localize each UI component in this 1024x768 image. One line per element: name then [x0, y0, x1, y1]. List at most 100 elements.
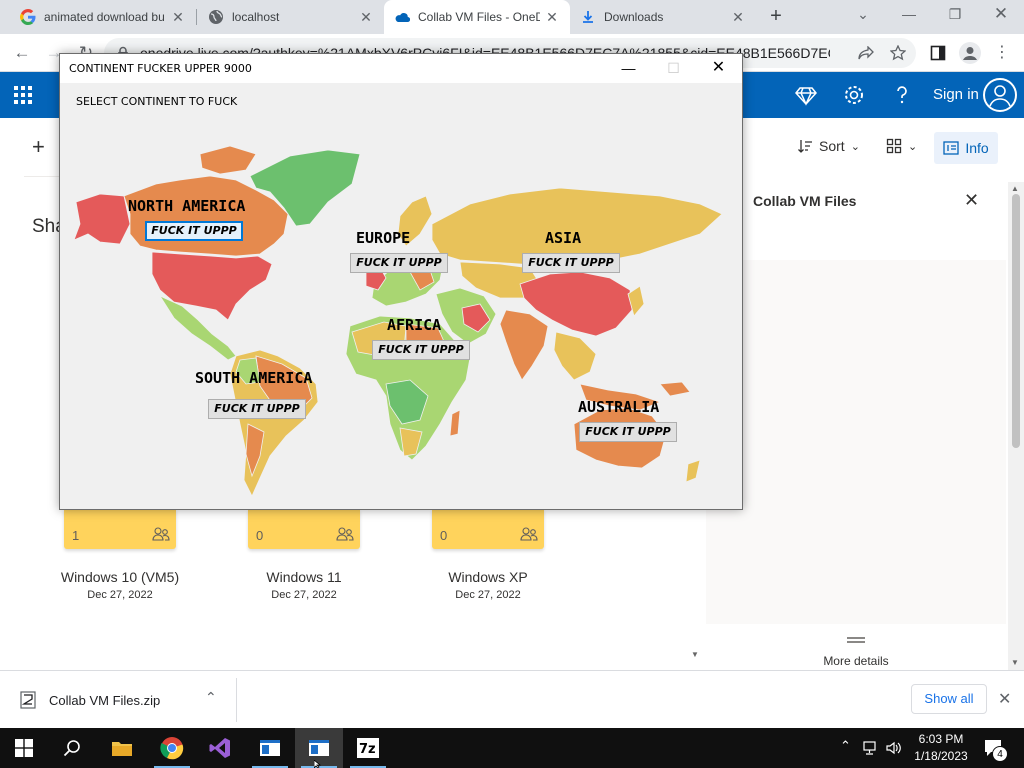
continent-label-south-america: SOUTH AMERICA — [195, 369, 313, 387]
mouse-cursor-icon — [314, 760, 322, 768]
close-window-button[interactable]: ✕ — [978, 0, 1024, 30]
help-icon[interactable] — [891, 84, 913, 106]
close-icon[interactable]: ✕ — [998, 689, 1011, 709]
scroll-up-icon[interactable]: ▲ — [1011, 184, 1019, 193]
folder-tile[interactable]: 0 — [248, 509, 360, 549]
visual-studio-button[interactable] — [196, 728, 244, 768]
fuck-it-up-africa-button[interactable]: FUCK IT UPPP — [372, 340, 470, 360]
drag-handle-icon[interactable] — [847, 637, 865, 643]
scroll-down-icon[interactable]: ▼ — [691, 650, 699, 659]
notification-count-badge: 4 — [992, 746, 1008, 762]
restore-button[interactable]: ❐ — [932, 0, 978, 30]
continent-label-north-america: NORTH AMERICA — [128, 197, 246, 215]
more-details-link[interactable]: More details — [706, 654, 1006, 668]
tab-strip: animated download bu ✕ localhost ✕ Colla… — [0, 0, 1024, 34]
clock-time[interactable]: 6:03 PM — [908, 732, 974, 746]
folder-name[interactable]: Windows 10 (VM5) — [45, 569, 195, 585]
info-button[interactable]: Info — [934, 132, 998, 164]
grid-view-icon — [886, 138, 902, 154]
premium-diamond-icon[interactable] — [795, 84, 817, 106]
side-panel-icon[interactable] — [930, 45, 946, 61]
tab-animated-download[interactable]: animated download bu ✕ — [10, 0, 196, 34]
volume-icon[interactable] — [886, 740, 902, 756]
visual-studio-icon — [209, 738, 230, 758]
info-label: Info — [965, 140, 989, 156]
clock-date[interactable]: 1/18/2023 — [908, 749, 974, 763]
item-count: 0 — [440, 528, 448, 543]
share-icon[interactable] — [858, 46, 874, 60]
folder-date: Dec 27, 2022 — [87, 589, 153, 601]
google-icon — [20, 9, 36, 25]
close-tab-icon[interactable]: ✕ — [730, 9, 746, 25]
download-bar: Collab VM Files.zip ⌃ Show all ✕ — [0, 670, 1024, 728]
continent-label-europe: EUROPE — [356, 229, 411, 247]
folder-tile[interactable]: 1 — [64, 509, 176, 549]
fuck-it-up-asia-button[interactable]: FUCK IT UPPP — [522, 253, 620, 273]
download-icon — [583, 11, 593, 23]
scroll-down-icon[interactable]: ▼ — [1011, 658, 1019, 667]
folder-name[interactable]: Windows XP — [413, 569, 563, 585]
window-app-icon — [309, 740, 329, 756]
app-launcher-icon[interactable] — [12, 84, 34, 106]
item-count: 0 — [256, 528, 264, 543]
close-tab-icon[interactable]: ✕ — [358, 9, 374, 25]
network-icon[interactable] — [863, 740, 879, 756]
chrome-button[interactable] — [148, 728, 196, 768]
zip-file-icon — [20, 691, 36, 709]
shared-people-icon — [520, 527, 538, 541]
sign-in-link[interactable]: Sign in — [933, 86, 979, 103]
chevron-down-icon: ⌄ — [850, 140, 860, 153]
sort-icon — [798, 140, 812, 153]
chevron-up-icon[interactable]: ⌃ — [840, 738, 851, 754]
back-button[interactable]: ← — [10, 41, 34, 65]
dialog-titlebar[interactable]: CONTINENT FUCKER UPPER 9000 — ☐ ✕ — [60, 54, 742, 83]
tab-title: Downloads — [604, 10, 664, 24]
chevron-up-icon[interactable]: ⌃ — [205, 689, 217, 706]
tab-search-icon[interactable]: ⌄ — [840, 0, 886, 30]
show-all-button[interactable]: Show all — [911, 684, 987, 714]
view-options-button[interactable]: ⌄ — [886, 138, 917, 154]
dialog-minimize-button[interactable]: — — [606, 54, 651, 83]
close-icon[interactable]: ✕ — [964, 190, 979, 211]
tab-title: Collab VM Files - OneD — [418, 10, 540, 24]
fuck-it-up-europe-button[interactable]: FUCK IT UPPP — [350, 253, 448, 273]
close-tab-icon[interactable]: ✕ — [544, 9, 560, 25]
tab-title: localhost — [232, 10, 280, 24]
app-window-button[interactable] — [246, 728, 294, 768]
fuck-it-up-north-america-button[interactable]: FUCK IT UPPP — [145, 221, 243, 241]
7zip-button[interactable]: 7z — [344, 728, 392, 768]
chrome-icon — [160, 737, 184, 760]
world-map — [73, 145, 723, 497]
folder-name[interactable]: Windows 11 — [229, 569, 379, 585]
tab-downloads[interactable]: Downloads ✕ — [570, 0, 756, 34]
dialog-close-button[interactable]: ✕ — [696, 54, 741, 83]
fuck-it-up-south-america-button[interactable]: FUCK IT UPPP — [208, 399, 306, 419]
fuck-it-up-australia-button[interactable]: FUCK IT UPPP — [579, 422, 677, 442]
chrome-menu-icon[interactable]: ⋮ — [990, 41, 1014, 65]
bookmark-star-icon[interactable] — [890, 45, 906, 61]
page-scrollbar[interactable]: ▲ ▼ — [1008, 182, 1024, 670]
add-new-icon[interactable]: + — [32, 136, 45, 158]
info-pane-title: Collab VM Files — [753, 193, 857, 209]
tab-localhost[interactable]: localhost ✕ — [198, 0, 384, 34]
download-filename[interactable]: Collab VM Files.zip — [49, 693, 160, 708]
new-tab-button[interactable]: + — [765, 6, 787, 28]
search-button[interactable] — [48, 728, 96, 768]
continent-label-asia: ASIA — [545, 229, 582, 247]
scroll-thumb[interactable] — [1012, 194, 1020, 448]
sort-label: Sort — [819, 138, 845, 154]
info-pane-icon — [943, 141, 959, 155]
gear-icon[interactable] — [843, 84, 865, 106]
start-button[interactable] — [0, 728, 48, 768]
search-icon — [63, 740, 80, 757]
tab-onedrive[interactable]: Collab VM Files - OneD ✕ — [384, 0, 570, 34]
folder-tile[interactable]: 0 — [432, 509, 544, 549]
info-pane: Collab VM Files ✕ More details — [706, 176, 1006, 670]
shared-people-icon — [152, 527, 170, 541]
file-explorer-button[interactable] — [98, 728, 146, 768]
minimize-button[interactable]: — — [886, 0, 932, 30]
profile-icon[interactable] — [959, 42, 981, 64]
account-avatar-icon[interactable] — [983, 78, 1017, 112]
close-tab-icon[interactable]: ✕ — [170, 9, 186, 25]
sort-button[interactable]: Sort ⌄ — [797, 138, 860, 154]
